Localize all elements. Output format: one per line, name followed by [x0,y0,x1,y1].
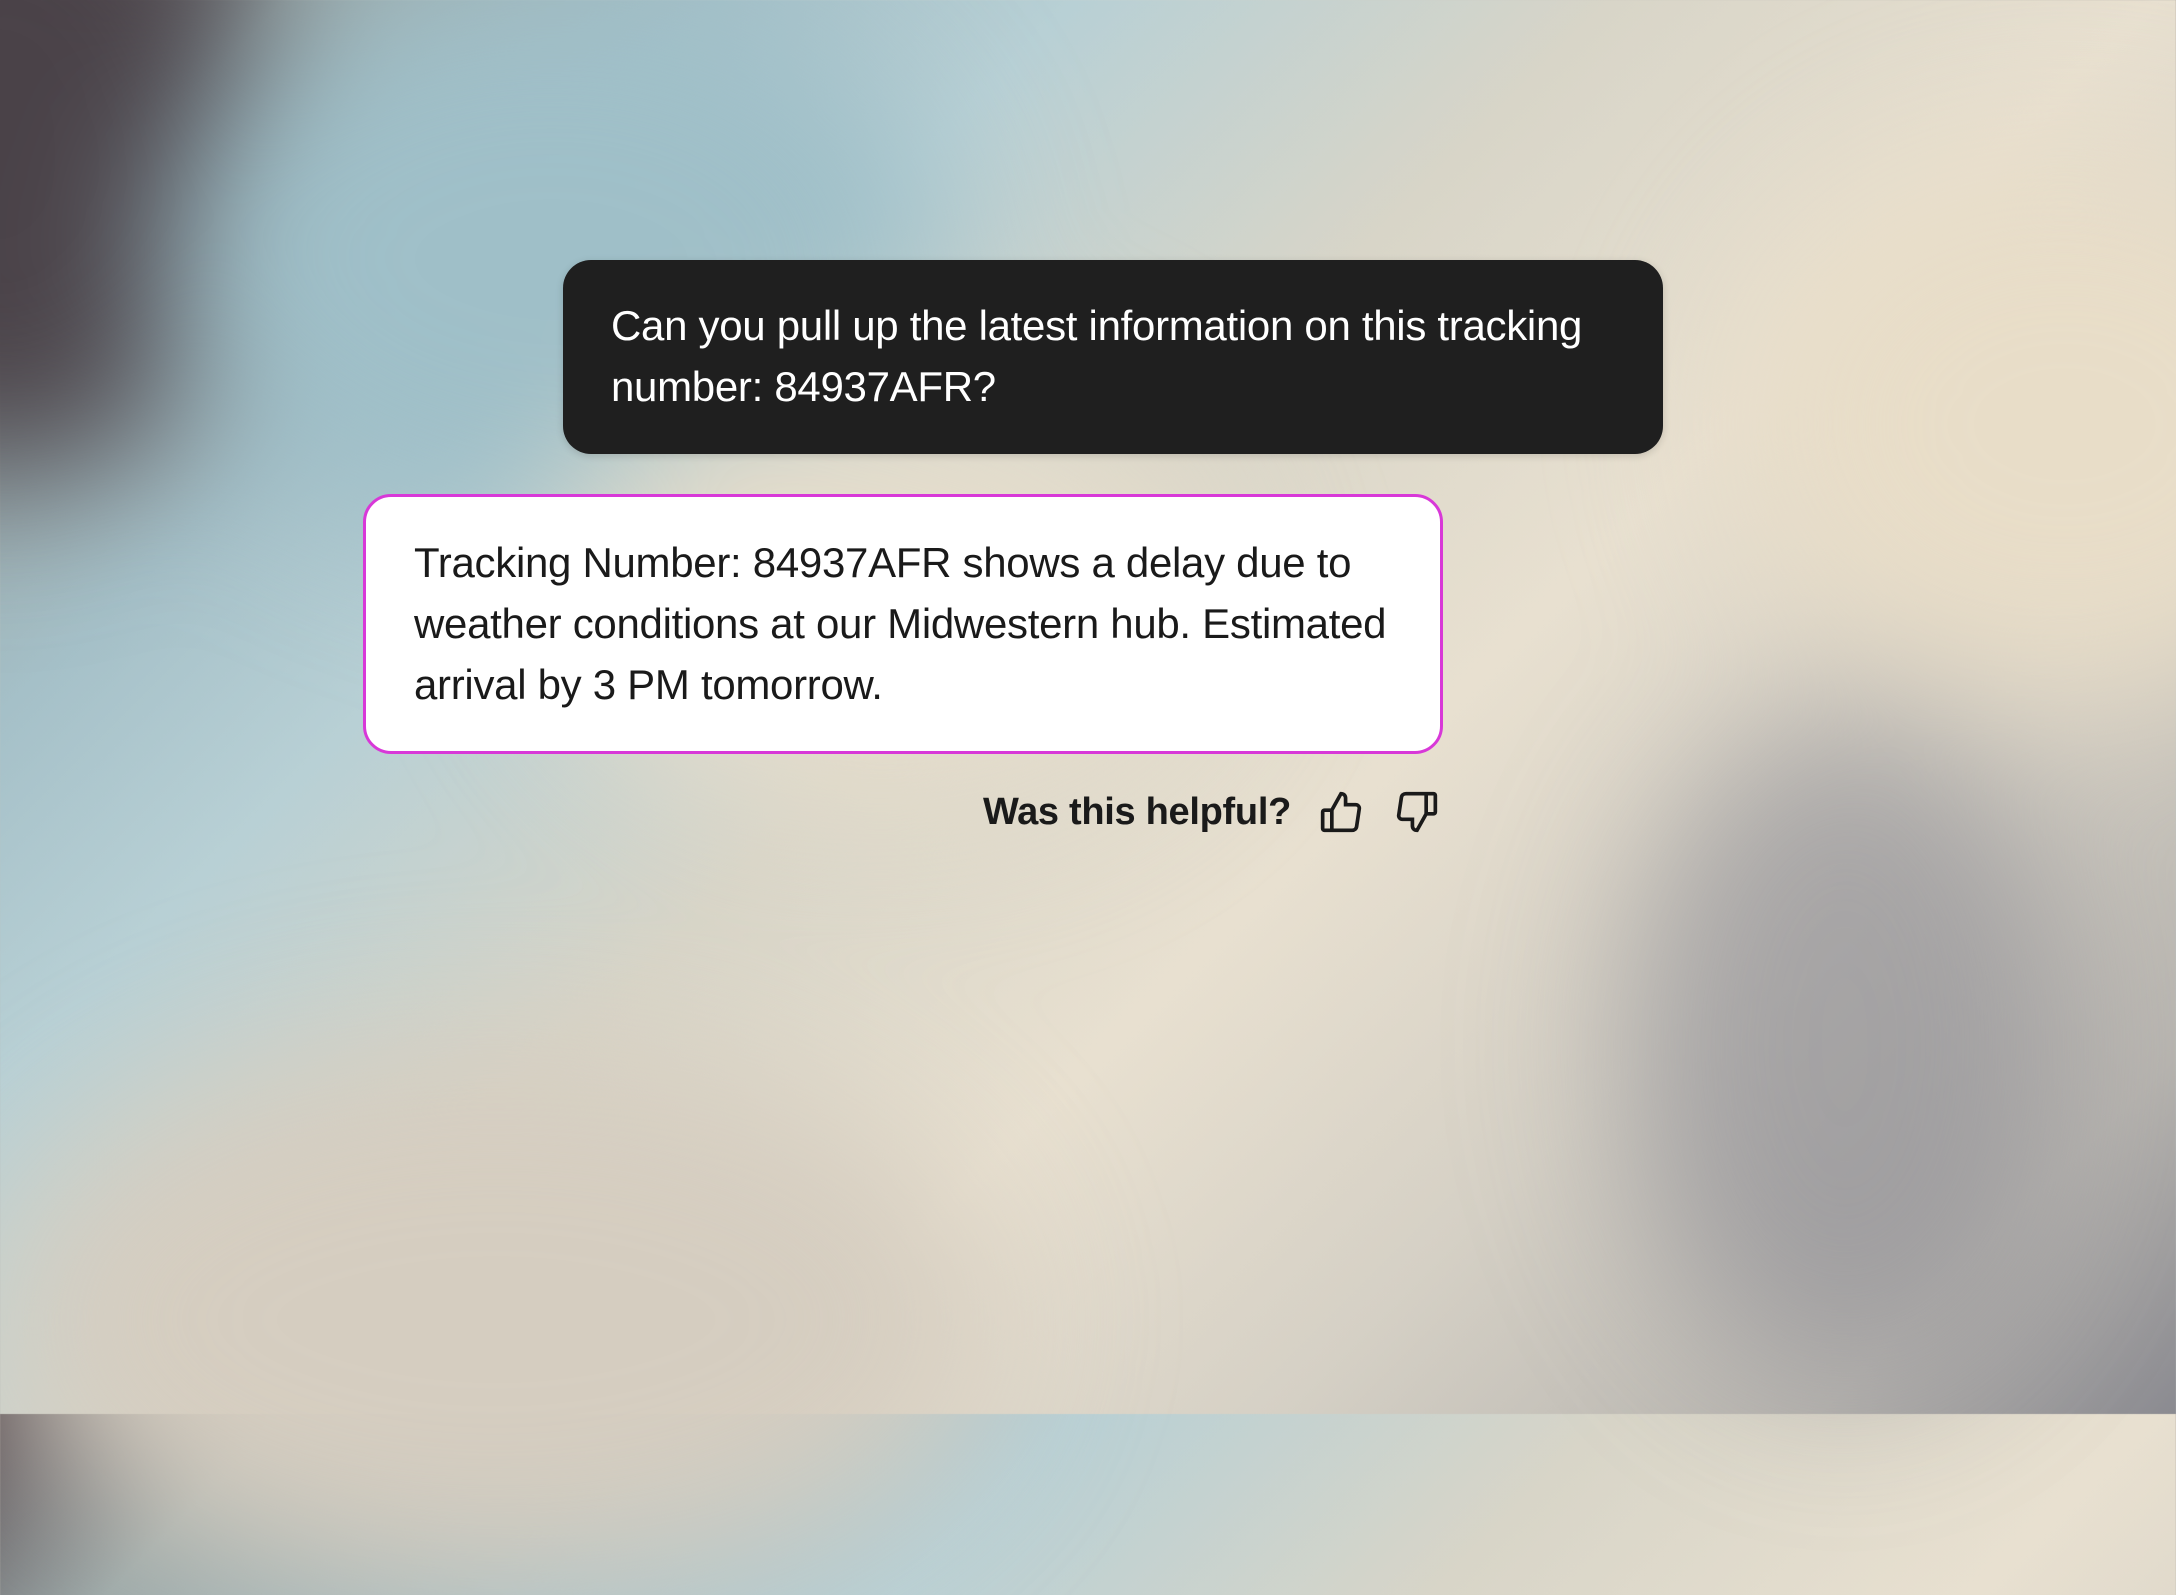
feedback-row: Was this helpful? [363,786,1443,838]
assistant-message-text: Tracking Number: 84937AFR shows a delay … [414,539,1386,708]
assistant-message-bubble: Tracking Number: 84937AFR shows a delay … [363,494,1443,755]
feedback-prompt: Was this helpful? [983,791,1291,834]
chat-container: Can you pull up the latest information o… [513,260,1663,838]
thumbs-down-button[interactable] [1391,786,1443,838]
thumbs-up-icon [1319,790,1363,834]
thumbs-down-icon [1395,790,1439,834]
user-message-bubble: Can you pull up the latest information o… [563,260,1663,454]
thumbs-up-button[interactable] [1315,786,1367,838]
user-message-text: Can you pull up the latest information o… [611,302,1582,410]
